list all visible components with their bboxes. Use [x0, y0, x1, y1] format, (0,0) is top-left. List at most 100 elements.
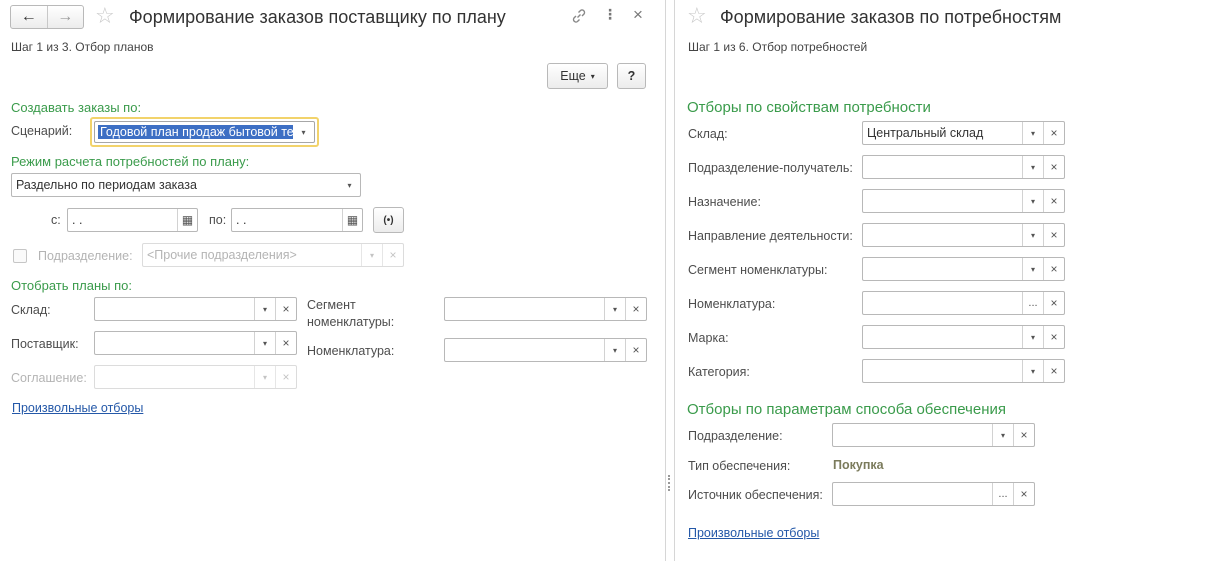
prop-filter-field[interactable]: Центральный склад ▾ ×	[862, 121, 1065, 145]
period-icon: (•)	[383, 214, 394, 226]
segment-label-line2: номенклатуры:	[307, 315, 395, 329]
subdivision-checkbox[interactable]	[13, 249, 27, 263]
prop-filter-field[interactable]: ▾ ×	[862, 257, 1065, 281]
right-subdivision-field[interactable]: ▾ ×	[832, 423, 1035, 447]
prop-filter-value	[863, 360, 1022, 382]
dropdown-icon[interactable]: ▾	[1022, 258, 1043, 280]
calendar-icon[interactable]: ▦	[177, 209, 197, 231]
dropdown-icon[interactable]: ▾	[339, 174, 360, 196]
clear-icon[interactable]: ×	[1043, 326, 1064, 348]
clear-icon[interactable]: ×	[275, 298, 296, 320]
prop-filter-label: Сегмент номенклатуры:	[688, 263, 828, 277]
dropdown-icon[interactable]: ▾	[293, 122, 314, 142]
dropdown-icon[interactable]: ▾	[1022, 190, 1043, 212]
clear-icon[interactable]: ×	[1043, 292, 1064, 314]
select-ellipsis-icon[interactable]: ...	[1022, 292, 1043, 314]
date-to-field[interactable]: . . ▦	[231, 208, 363, 232]
prop-filter-value	[863, 258, 1022, 280]
prop-filter-label: Марка:	[688, 331, 729, 345]
from-label: с:	[51, 213, 61, 227]
left-step-label: Шаг 1 из 3. Отбор планов	[11, 40, 154, 54]
scenario-label: Сценарий:	[11, 124, 73, 138]
date-from-field[interactable]: . . ▦	[67, 208, 198, 232]
prop-filter-field[interactable]: ... ×	[862, 291, 1065, 315]
help-button[interactable]: ?	[617, 63, 646, 89]
clear-icon[interactable]: ×	[1043, 258, 1064, 280]
dropdown-icon[interactable]: ▾	[361, 244, 382, 266]
prop-filter-label: Номенклатура:	[688, 297, 776, 311]
more-button[interactable]: Еще ▾	[547, 63, 608, 89]
prop-filter-label: Категория:	[688, 365, 750, 379]
back-arrow-icon[interactable]: ←	[11, 6, 47, 28]
prop-filter-value	[863, 190, 1022, 212]
clear-icon[interactable]: ×	[275, 332, 296, 354]
prop-filter-field[interactable]: ▾ ×	[862, 325, 1065, 349]
more-menu-icon[interactable]: ⋮	[603, 6, 617, 23]
dropdown-icon[interactable]: ▾	[604, 298, 625, 320]
date-from-value: . .	[72, 213, 83, 227]
link-icon[interactable]	[570, 7, 588, 28]
prop-filter-field[interactable]: ▾ ×	[862, 223, 1065, 247]
dropdown-icon[interactable]: ▾	[1022, 122, 1043, 144]
agreement-field[interactable]: ▾ ×	[94, 365, 297, 389]
prop-filter-field[interactable]: ▾ ×	[862, 189, 1065, 213]
clear-icon[interactable]: ×	[275, 366, 296, 388]
prop-filter-field[interactable]: ▾ ×	[862, 359, 1065, 383]
supplier-label: Поставщик:	[11, 337, 79, 351]
mode-combobox[interactable]: Раздельно по периодам заказа ▾	[11, 173, 361, 197]
prop-filter-value: Центральный склад	[867, 126, 984, 140]
clear-icon[interactable]: ×	[1043, 224, 1064, 246]
clear-icon[interactable]: ×	[1013, 483, 1034, 505]
supply-source-label: Источник обеспечения:	[688, 488, 823, 502]
dropdown-icon[interactable]: ▾	[254, 332, 275, 354]
dropdown-icon[interactable]: ▾	[254, 298, 275, 320]
supply-source-field[interactable]: ... ×	[832, 482, 1035, 506]
right-step-label: Шаг 1 из 6. Отбор потребностей	[688, 40, 868, 54]
supply-filters-section: Отборы по параметрам способа обеспечения	[687, 401, 1006, 418]
forward-arrow-icon[interactable]: →	[46, 6, 84, 28]
dropdown-icon[interactable]: ▾	[992, 424, 1013, 446]
clear-icon[interactable]: ×	[1043, 360, 1064, 382]
more-button-label: Еще	[560, 69, 586, 83]
scenario-combobox[interactable]: Годовой план продаж бытовой те ▾	[94, 121, 315, 143]
subdivision-label: Подразделение:	[38, 249, 133, 263]
dropdown-icon[interactable]: ▾	[604, 339, 625, 361]
clear-icon[interactable]: ×	[1043, 156, 1064, 178]
create-orders-section: Создавать заказы по:	[11, 100, 142, 115]
prop-filter-field[interactable]: ▾ ×	[862, 155, 1065, 179]
supplier-field[interactable]: ▾ ×	[94, 331, 297, 355]
dropdown-icon[interactable]: ▾	[1022, 360, 1043, 382]
segment-label-line1: Сегмент	[307, 298, 356, 312]
clear-icon[interactable]: ×	[1013, 424, 1034, 446]
right-custom-filters-link[interactable]: Произвольные отборы	[688, 526, 819, 540]
warehouse-label: Склад:	[11, 303, 51, 317]
calendar-icon[interactable]: ▦	[342, 209, 362, 231]
clear-icon[interactable]: ×	[625, 298, 646, 320]
dropdown-icon[interactable]: ▾	[254, 366, 275, 388]
prop-filter-value	[863, 224, 1022, 246]
prop-filter-label: Назначение:	[688, 195, 761, 209]
scenario-field-focus: Годовой план продаж бытовой те ▾	[90, 117, 319, 147]
supply-type-label: Тип обеспечения:	[688, 459, 791, 473]
warehouse-field[interactable]: ▾ ×	[94, 297, 297, 321]
segment-field[interactable]: ▾ ×	[444, 297, 647, 321]
dropdown-icon[interactable]: ▾	[1022, 224, 1043, 246]
clear-icon[interactable]: ×	[1043, 122, 1064, 144]
clear-icon[interactable]: ×	[382, 244, 403, 266]
nomenclature-field[interactable]: ▾ ×	[444, 338, 647, 362]
resize-grip-icon[interactable]	[668, 475, 671, 491]
clear-icon[interactable]: ×	[1043, 190, 1064, 212]
subdivision-combobox[interactable]: <Прочие подразделения> ▾ ×	[142, 243, 404, 267]
close-icon[interactable]: ×	[633, 5, 643, 25]
dropdown-icon[interactable]: ▾	[1022, 156, 1043, 178]
select-ellipsis-icon[interactable]: ...	[992, 483, 1013, 505]
favorite-star-icon[interactable]: ☆	[687, 5, 707, 27]
chevron-down-icon: ▾	[590, 71, 595, 81]
dropdown-icon[interactable]: ▾	[1022, 326, 1043, 348]
clear-icon[interactable]: ×	[625, 339, 646, 361]
favorite-star-icon[interactable]: ☆	[95, 5, 115, 27]
custom-filters-link[interactable]: Произвольные отборы	[12, 401, 143, 415]
date-to-value: . .	[236, 213, 247, 227]
scenario-value: Годовой план продаж бытовой те	[98, 125, 293, 139]
period-select-button[interactable]: (•)	[373, 207, 404, 233]
